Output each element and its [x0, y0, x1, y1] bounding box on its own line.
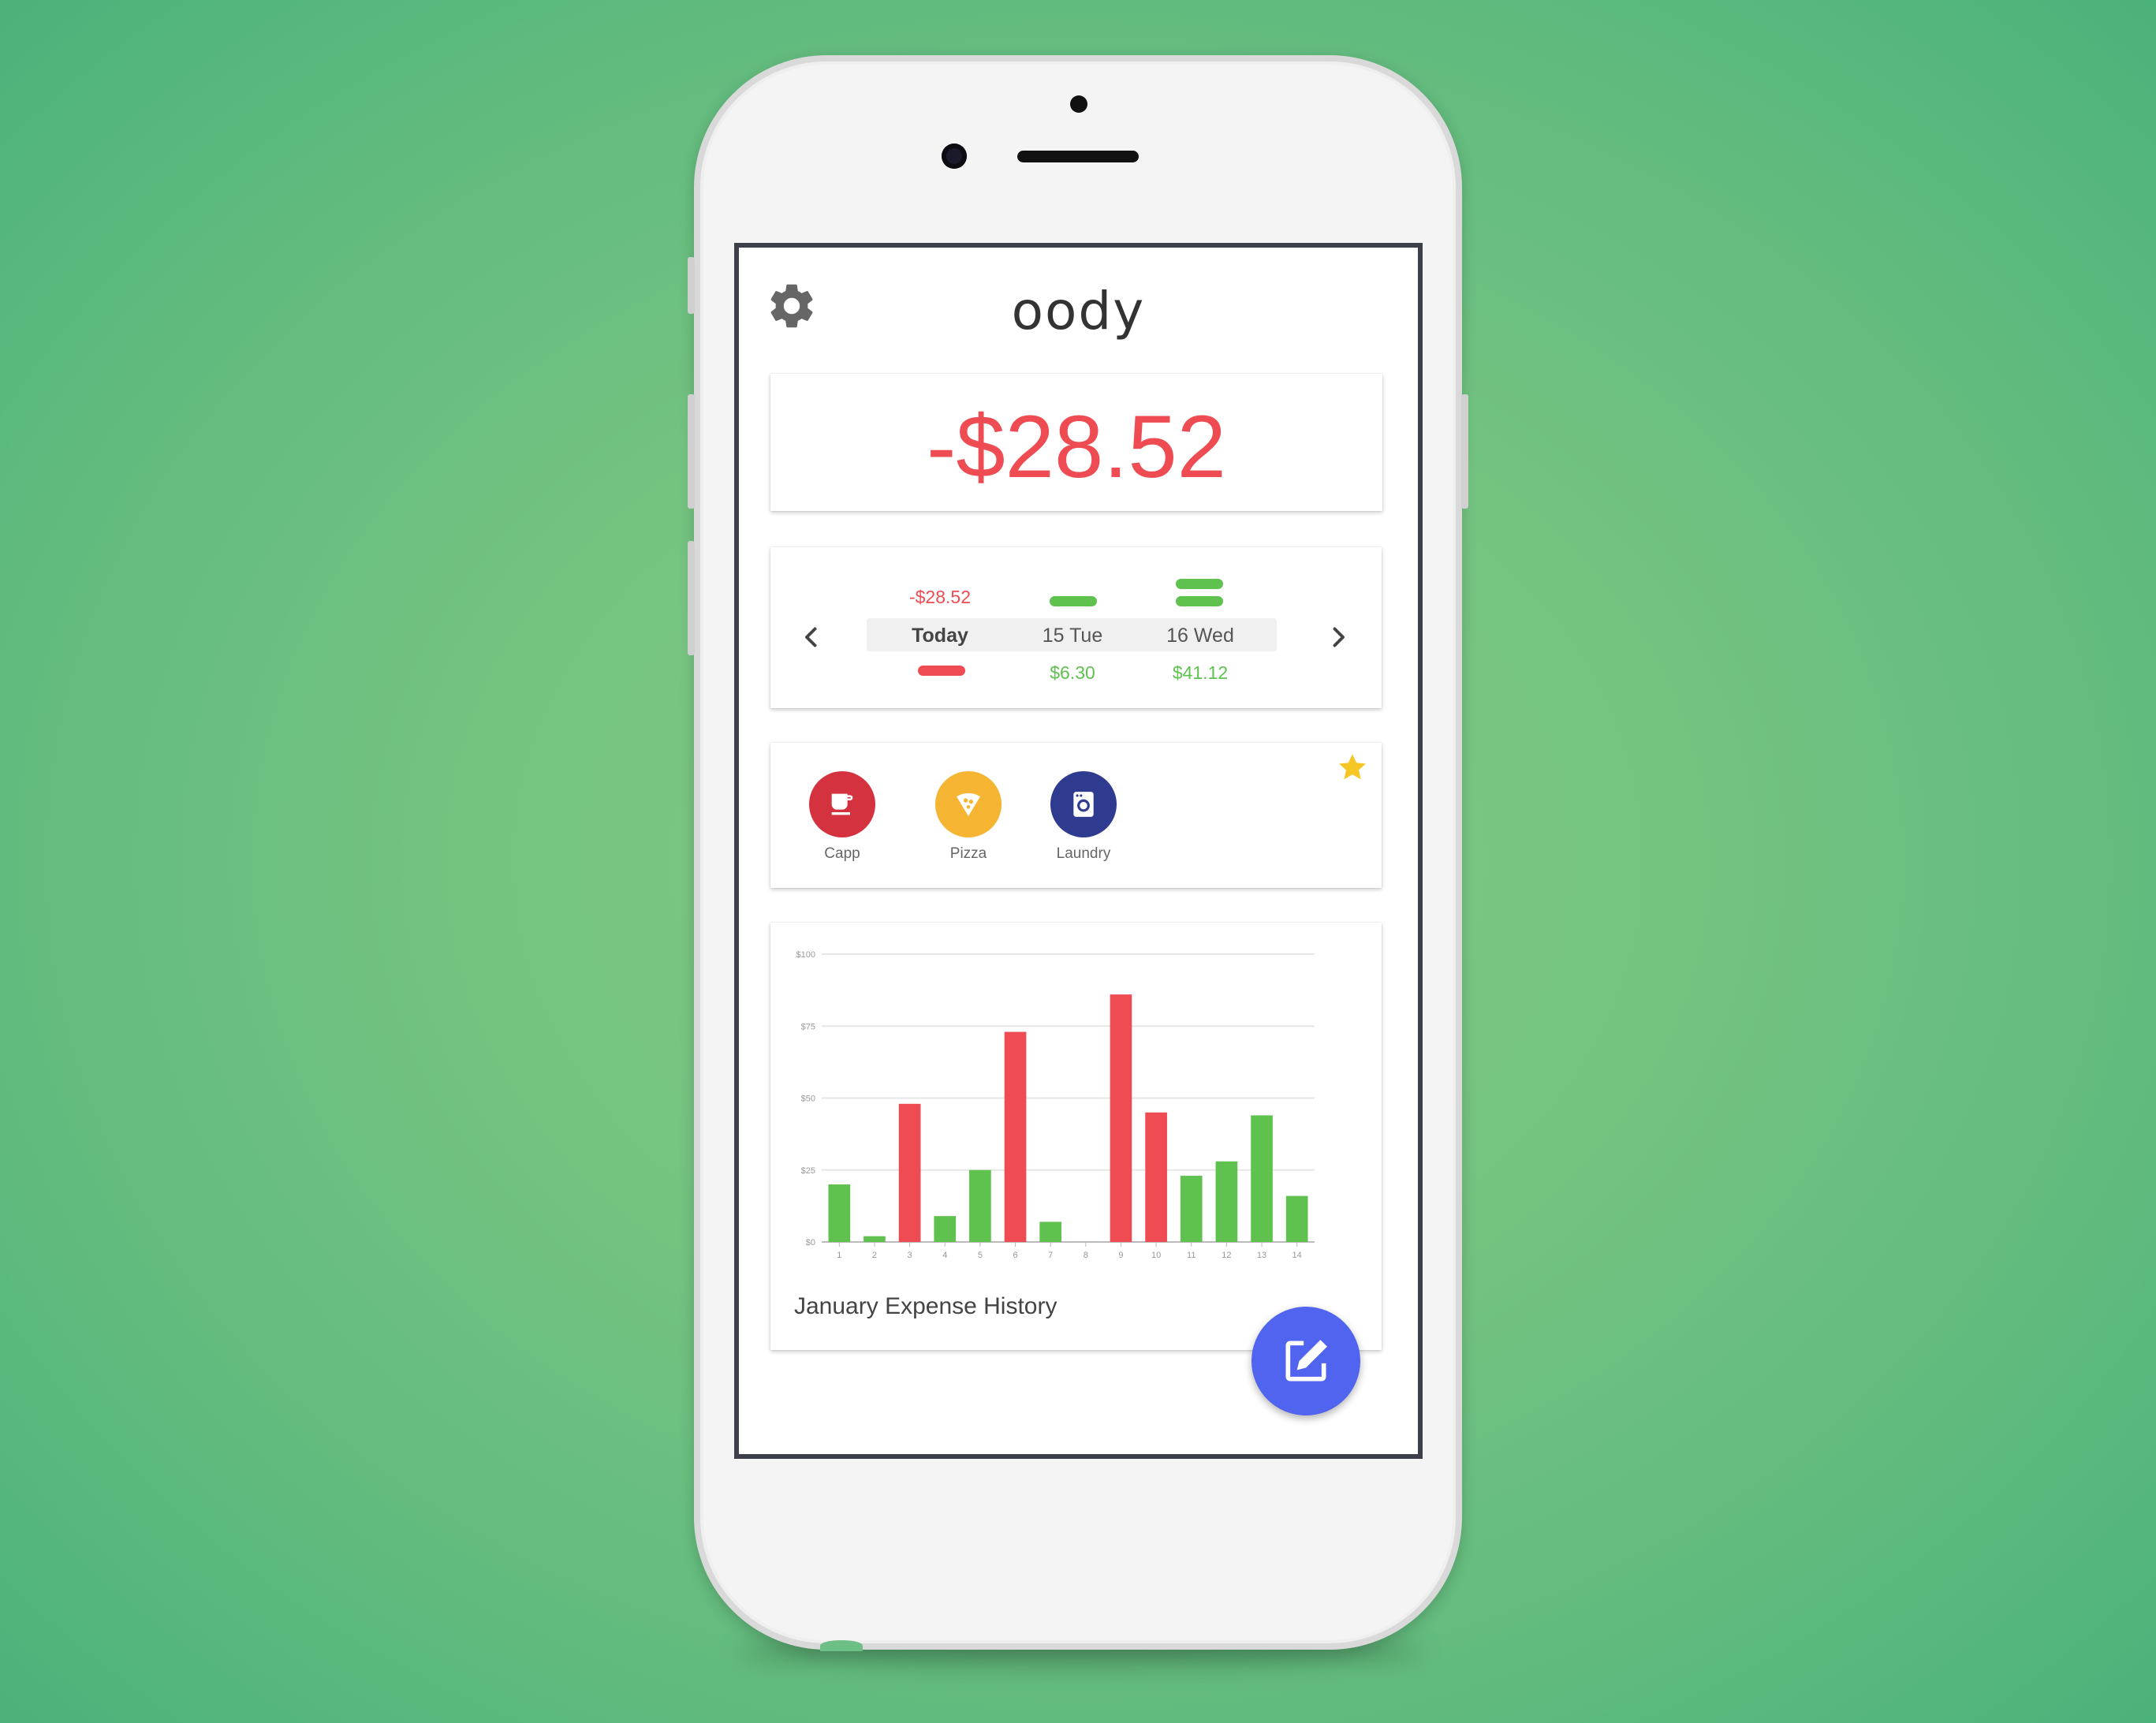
x-tick-label: 8: [1084, 1251, 1088, 1260]
balance-amount: -$28.52: [927, 397, 1226, 496]
day-item-label[interactable]: 15 Tue: [1013, 625, 1132, 647]
chart-bar: [898, 1103, 921, 1242]
x-tick-label: 1: [837, 1251, 841, 1260]
x-tick-label: 3: [908, 1251, 912, 1260]
favorite-label: Laundry: [1056, 845, 1111, 862]
x-tick-label: 12: [1222, 1251, 1231, 1260]
day-item-label[interactable]: Today: [881, 625, 999, 647]
washing-machine-icon: [1050, 771, 1117, 837]
x-tick-label: 7: [1048, 1251, 1053, 1260]
favorite-pizza[interactable]: Pizza: [925, 771, 1012, 863]
chart-bar: [1145, 1112, 1167, 1242]
y-tick-label: $0: [806, 1238, 815, 1247]
chart-bar: [934, 1216, 957, 1242]
expense-chart-card: $0 $25 $50 $75 $100 1 2 3 4 5 6 7 8 9 10 11 12 13 14 Janua…: [770, 923, 1382, 1350]
balance-card: -$28.52: [770, 374, 1382, 511]
day-label-today: Today: [912, 625, 968, 647]
day-navigator-card: -$28.52 Today 15 Tue $6.30 16 Wed $41.12: [770, 547, 1382, 708]
chart-bar: [1215, 1161, 1238, 1242]
day-income-amount: $41.12: [1141, 662, 1259, 684]
mute-switch: [688, 257, 695, 314]
volume-down-button: [688, 541, 695, 655]
chart-bar: [1039, 1221, 1062, 1242]
x-tick-label: 6: [1013, 1251, 1017, 1260]
x-tick-label: 11: [1187, 1251, 1195, 1260]
front-camera: [942, 144, 967, 169]
x-tick-label: 13: [1257, 1251, 1266, 1260]
volume-up-button: [688, 394, 695, 509]
day-income-bar: [1176, 579, 1223, 589]
chart-bar: [969, 1169, 991, 1242]
y-tick-label: $25: [801, 1166, 815, 1176]
chart-bar: [1004, 1031, 1027, 1242]
chart-bar: [828, 1184, 851, 1242]
day-income-amount-wed: $41.12: [1172, 662, 1229, 683]
star-icon[interactable]: [1336, 751, 1369, 784]
day-label-tue: 15 Tue: [1042, 625, 1103, 647]
x-tick-label: 2: [872, 1251, 877, 1260]
x-tick-label: 10: [1151, 1251, 1161, 1260]
pizza-icon: [935, 771, 1002, 837]
y-tick-label: $50: [801, 1095, 815, 1104]
day-income-amount-tue: $6.30: [1050, 662, 1095, 683]
expense-bar-chart: $0$25$50$75$1001 2 3 4 5 6 7 8 9 10 11 12 13 14: [796, 950, 1315, 1260]
chart-bar: [1180, 1176, 1203, 1242]
day-label-wed: 16 Wed: [1166, 625, 1234, 647]
x-tick-label: 5: [978, 1251, 983, 1260]
home-button-edge: [820, 1640, 863, 1651]
favorite-laundry[interactable]: Laundry: [1040, 771, 1127, 863]
earpiece-speaker: [1017, 151, 1139, 162]
chevron-left-icon[interactable]: [797, 623, 826, 651]
chart-bar: [1110, 994, 1132, 1242]
favorites-card: Capp Pizza Laundry: [770, 743, 1382, 888]
chart-bar: [1285, 1195, 1308, 1242]
edit-icon: [1285, 1340, 1327, 1382]
day-spent-amount: -$28.52: [908, 587, 971, 607]
app-screen: oody -$28.52 -$28.52 Today 15 Tue $6.30: [734, 243, 1423, 1459]
coffee-cup-icon: [809, 771, 875, 837]
day-income-bar: [1050, 596, 1097, 606]
day-income-amount: $6.30: [1013, 662, 1132, 684]
day-item-label[interactable]: 16 Wed: [1141, 625, 1259, 647]
day-income-bar: [1176, 596, 1223, 606]
app-title: oody: [1011, 281, 1146, 341]
add-expense-button[interactable]: [1251, 1307, 1360, 1415]
x-tick-label: 4: [942, 1251, 947, 1260]
power-button: [1461, 394, 1468, 509]
x-tick-label: 9: [1118, 1251, 1123, 1260]
favorite-label: Pizza: [949, 845, 987, 862]
x-tick-label: 14: [1292, 1251, 1302, 1260]
chart-title: January Expense History: [794, 1293, 1057, 1319]
y-tick-label: $100: [796, 950, 815, 960]
chart-bar: [864, 1236, 886, 1242]
favorite-capp[interactable]: Capp: [799, 771, 886, 863]
chevron-right-icon[interactable]: [1324, 623, 1352, 651]
chart-bar: [1251, 1115, 1273, 1242]
proximity-sensor: [1070, 95, 1087, 113]
favorite-label: Capp: [824, 845, 860, 862]
day-item-today[interactable]: -$28.52: [881, 587, 999, 608]
day-expense-bar: [918, 666, 965, 676]
y-tick-label: $75: [801, 1022, 815, 1031]
